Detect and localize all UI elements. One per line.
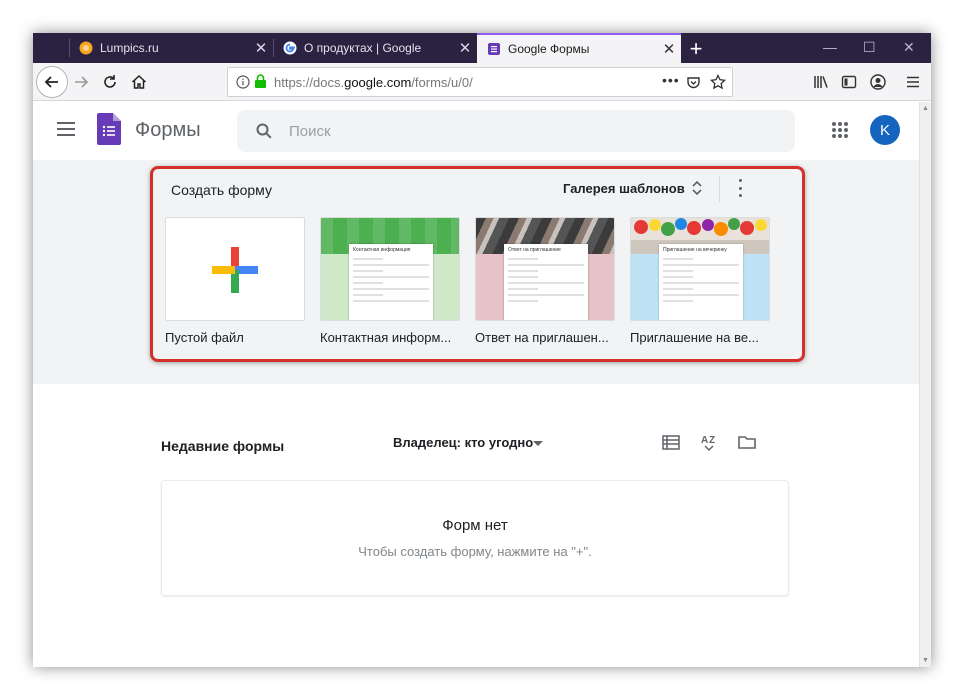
dropdown-caret-icon[interactable] — [533, 441, 543, 446]
tab-lumpics[interactable]: Lumpics.ru ✕ — [69, 33, 273, 63]
templates-section: Создать форму Галерея шаблонов Пустой фа… — [33, 160, 919, 384]
google-apps-icon[interactable] — [832, 122, 848, 138]
forms-logo-icon — [97, 113, 121, 145]
lumpics-favicon-icon — [79, 41, 93, 55]
tab-title: Lumpics.ru — [100, 41, 159, 55]
svg-text:Z: Z — [709, 435, 715, 446]
url-text: https://docs.google.com/forms/u/0/ — [274, 75, 473, 90]
template-thumbnail[interactable]: Контактная информация — [320, 217, 460, 321]
close-icon[interactable]: ✕ — [249, 39, 273, 57]
close-icon[interactable]: ✕ — [453, 39, 477, 57]
pocket-icon[interactable] — [686, 75, 701, 90]
app-name: Формы — [135, 119, 201, 141]
back-button[interactable] — [36, 66, 68, 98]
recent-forms-title: Недавние формы — [161, 438, 285, 454]
template-label[interactable]: Пустой файл — [165, 330, 305, 345]
forms-favicon-icon — [488, 43, 500, 55]
expand-collapse-icon[interactable] — [690, 179, 704, 197]
plus-icon — [212, 247, 258, 293]
close-icon[interactable]: ✕ — [657, 40, 681, 58]
template-rsvp[interactable]: Ответ на приглашение Ответ на приглашен.… — [475, 217, 615, 345]
template-party-invite[interactable]: Приглашение на вечеринку Приглашение на … — [630, 217, 770, 345]
info-icon[interactable] — [236, 75, 250, 89]
main-menu-icon[interactable] — [57, 122, 75, 136]
template-blank[interactable]: Пустой файл — [165, 217, 305, 345]
forward-button[interactable] — [71, 72, 91, 92]
navigation-bar: https://docs.google.com/forms/u/0/ ••• — [33, 63, 931, 101]
bookmark-star-icon[interactable] — [710, 74, 726, 90]
create-form-label: Создать форму — [171, 182, 272, 198]
more-options-icon[interactable] — [735, 179, 745, 197]
url-prefix: https://docs. — [274, 75, 345, 90]
tab-title: Google Формы — [508, 42, 590, 56]
google-favicon-icon — [283, 41, 297, 55]
tab-separator — [273, 39, 274, 57]
avatar[interactable]: K — [870, 115, 900, 145]
reload-icon — [104, 75, 116, 88]
tab-google-products[interactable]: О продуктах | Google ✕ — [273, 33, 477, 63]
mini-form-preview: Приглашение на вечеринку — [659, 244, 743, 320]
folder-icon[interactable] — [737, 432, 757, 452]
sort-az-icon[interactable]: AZ — [699, 432, 719, 452]
url-domain: google.com — [344, 75, 412, 90]
mini-form-title: Приглашение на вечеринку — [663, 247, 727, 253]
divider — [719, 176, 720, 202]
new-tab-icon[interactable]: + — [685, 36, 707, 62]
empty-state-subtitle: Чтобы создать форму, нажмите на "+". — [358, 544, 592, 559]
tab-title: О продуктах | Google — [304, 41, 422, 55]
maximize-icon[interactable]: ☐ — [863, 39, 876, 56]
mini-form-title: Контактная информация — [353, 247, 411, 253]
scroll-down-icon[interactable]: ▼ — [922, 657, 929, 664]
mini-form-preview: Ответ на приглашение — [504, 244, 588, 320]
template-thumbnail[interactable]: Ответ на приглашение — [475, 217, 615, 321]
search-box[interactable]: Поиск — [237, 110, 795, 152]
home-icon — [131, 74, 147, 89]
search-icon[interactable] — [255, 122, 273, 140]
template-contact-info[interactable]: Контактная информация Контактная информ.… — [320, 217, 460, 345]
template-label[interactable]: Приглашение на ве... — [630, 330, 770, 345]
forward-arrow-icon — [75, 76, 89, 88]
template-label[interactable]: Контактная информ... — [320, 330, 460, 345]
tab-bar: Lumpics.ru ✕ О продуктах | Google ✕ Goog… — [33, 33, 931, 63]
template-gallery-button[interactable]: Галерея шаблонов — [563, 181, 685, 196]
minimize-icon[interactable]: — — [823, 39, 837, 55]
scroll-up-icon[interactable]: ▲ — [922, 105, 929, 112]
empty-state-title: Форм нет — [442, 517, 508, 534]
account-icon[interactable] — [869, 73, 887, 91]
window-close-icon[interactable]: ✕ — [903, 39, 915, 56]
template-label[interactable]: Ответ на приглашен... — [475, 330, 615, 345]
tab-separator — [69, 39, 70, 57]
mini-form-preview: Контактная информация — [349, 244, 433, 320]
menu-icon[interactable] — [905, 74, 921, 90]
empty-state-card: Форм нет Чтобы создать форму, нажмите на… — [161, 480, 789, 596]
back-arrow-icon — [44, 76, 58, 88]
template-thumbnail[interactable]: Приглашение на вечеринку — [630, 217, 770, 321]
address-bar[interactable]: https://docs.google.com/forms/u/0/ ••• — [227, 67, 733, 97]
svg-text:A: A — [701, 435, 708, 446]
url-suffix: /forms/u/0/ — [411, 75, 473, 90]
lock-icon — [255, 74, 266, 88]
app-header: Формы Поиск K — [33, 102, 919, 160]
template-thumbnail[interactable] — [165, 217, 305, 321]
mini-form-title: Ответ на приглашение — [508, 247, 561, 253]
list-view-icon[interactable] — [661, 432, 681, 452]
vertical-scrollbar[interactable]: ▲ ▼ — [919, 102, 931, 667]
reload-button[interactable] — [100, 72, 120, 92]
home-button[interactable] — [129, 72, 149, 92]
search-placeholder[interactable]: Поиск — [289, 123, 331, 140]
owner-filter[interactable]: Владелец: кто угодно — [393, 435, 533, 450]
page-actions-icon[interactable]: ••• — [662, 72, 680, 88]
library-icon[interactable] — [813, 74, 829, 90]
browser-window: Lumpics.ru ✕ О продуктах | Google ✕ Goog… — [33, 33, 931, 667]
page-content: Формы Поиск K Создать форму Галерея шабл… — [33, 102, 919, 667]
sidebar-icon[interactable] — [841, 74, 857, 90]
tab-google-forms[interactable]: Google Формы ✕ — [477, 33, 681, 63]
